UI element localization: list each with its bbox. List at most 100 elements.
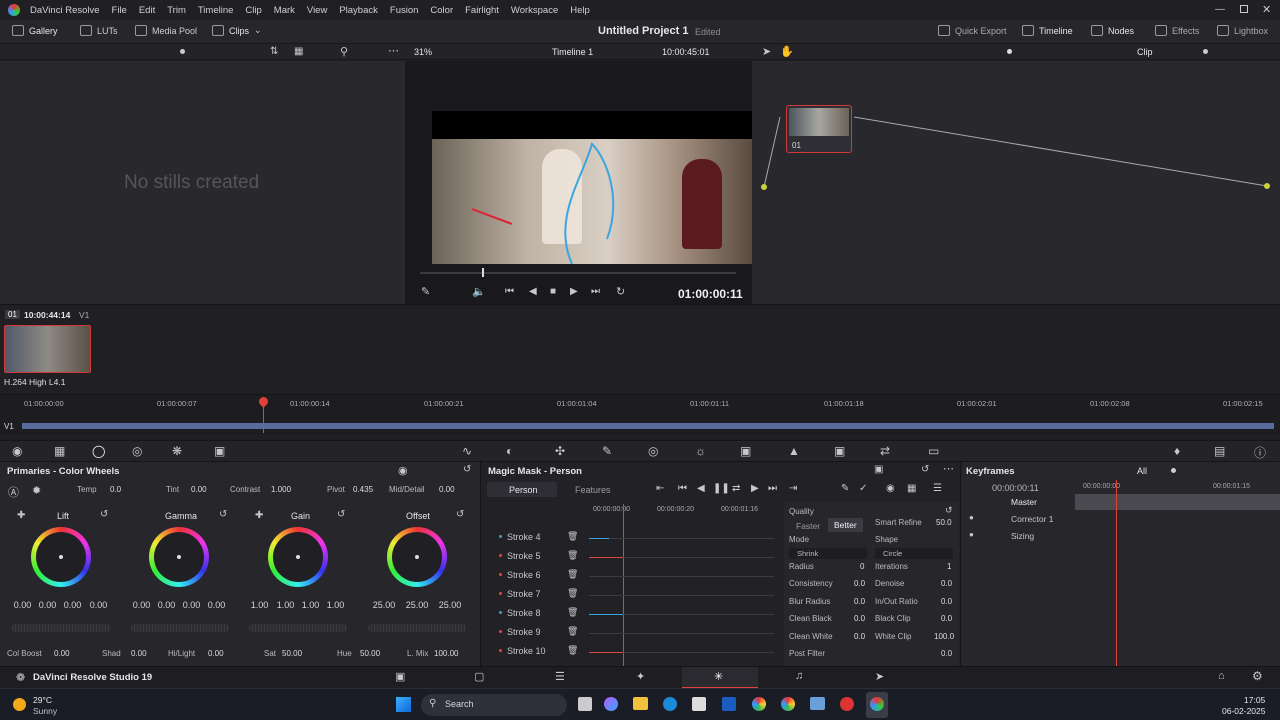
in-out-ratio-value[interactable]: 0.0	[941, 597, 952, 606]
curves-icon[interactable]: ∿	[462, 444, 472, 458]
master-track[interactable]	[1075, 494, 1280, 510]
playhead-handle-icon[interactable]	[257, 395, 270, 408]
sizing-row[interactable]: Sizing	[1011, 531, 1034, 541]
lift-wheel[interactable]	[31, 527, 91, 587]
color-warper-icon[interactable]: ◐	[506, 444, 513, 458]
shape-select[interactable]: Circle	[875, 548, 953, 559]
clips-button[interactable]: Clips ⌄	[212, 25, 262, 36]
col-boost-value[interactable]: 0.00	[54, 649, 70, 658]
qualifier-icon[interactable]: ✣	[555, 444, 565, 458]
maximize-icon[interactable]	[1240, 5, 1248, 13]
sat-value[interactable]: 50.00	[282, 649, 302, 658]
timeline-selector[interactable]: Timeline 1	[552, 47, 593, 57]
stroke-tool-icon[interactable]: ✎	[841, 483, 849, 494]
settings-gear-icon[interactable]: ⚙	[1252, 669, 1263, 683]
menu-color[interactable]: Color	[424, 5, 459, 16]
menu-workspace[interactable]: Workspace	[505, 5, 564, 16]
hue-value[interactable]: 50.00	[360, 649, 380, 658]
menu-edit[interactable]: Edit	[133, 5, 161, 16]
edit-page-icon[interactable]: ☰	[555, 670, 565, 683]
sizing-toggle-icon[interactable]: ●	[969, 530, 974, 539]
volume-icon[interactable]: 🔈	[472, 285, 486, 298]
weather-temp[interactable]: 29°C	[33, 695, 52, 705]
gain-g[interactable]: 1.00	[298, 600, 323, 610]
close-icon[interactable]: ✕	[1262, 3, 1271, 16]
keyframes-playhead[interactable]	[1116, 480, 1117, 666]
key-icon[interactable]: ▲	[788, 444, 800, 458]
info-icon[interactable]: ⓘ	[1254, 444, 1266, 461]
lift-picker-icon[interactable]: ✚	[17, 510, 25, 521]
edge-icon[interactable]	[663, 697, 677, 711]
shad-value[interactable]: 0.00	[131, 649, 147, 658]
quick-export-button[interactable]: Quick Export	[938, 25, 1007, 36]
play-icon[interactable]: ▶	[570, 286, 578, 297]
hilight-value[interactable]: 0.00	[208, 649, 224, 658]
track-fwd-end-icon[interactable]: ⏭	[768, 483, 777, 494]
timeline-playhead[interactable]	[263, 405, 264, 433]
trash-icon[interactable]: 🗑	[567, 607, 578, 618]
menu-trim[interactable]: Trim	[161, 5, 192, 16]
menu-fairlight[interactable]: Fairlight	[459, 5, 505, 16]
menu-help[interactable]: Help	[564, 5, 596, 16]
gamma-master-slider[interactable]	[131, 624, 229, 632]
track-step-back-icon[interactable]: ◀	[697, 483, 705, 494]
gain-reset-icon[interactable]: ↺	[337, 509, 345, 520]
reset-icon[interactable]: ↺	[463, 464, 471, 475]
clip-thumbnail[interactable]	[4, 325, 91, 373]
blur-icon[interactable]: ▣	[740, 444, 751, 458]
contrast-value[interactable]: 1.000	[271, 485, 291, 494]
primaries-icon[interactable]: ◯	[92, 444, 105, 458]
luts-button[interactable]: LUTs	[80, 25, 118, 36]
trash-icon[interactable]: 🗑	[567, 531, 578, 542]
color-match-icon[interactable]: ▦	[54, 444, 65, 458]
menu-davinci[interactable]: DaVinci Resolve	[24, 5, 106, 16]
node-zoom-icon[interactable]	[1203, 49, 1208, 54]
smart-refine-value[interactable]: 50.0	[936, 518, 952, 527]
black-clip-value[interactable]: 0.0	[941, 614, 952, 623]
layout-icon[interactable]: ▦	[907, 483, 916, 494]
trash-icon[interactable]: 🗑	[567, 626, 578, 637]
trash-icon[interactable]: 🗑	[567, 550, 578, 561]
media-page-icon[interactable]: ▣	[395, 670, 405, 683]
gallery-button[interactable]: Gallery	[12, 25, 58, 36]
quality-reset-icon[interactable]: ↺	[945, 505, 953, 516]
gamma-r[interactable]: 0.00	[154, 600, 179, 610]
3d-icon[interactable]: ⇄	[880, 444, 890, 458]
menu-timeline[interactable]: Timeline	[192, 5, 240, 16]
viewer-scrubber[interactable]	[420, 272, 736, 274]
grid-view-icon[interactable]: ▦	[294, 46, 303, 57]
window-icon[interactable]: ✎	[602, 444, 612, 458]
fusion-page-icon[interactable]: ✦	[636, 670, 645, 683]
stereo-icon[interactable]: ▭	[928, 444, 939, 458]
mini-timeline[interactable]: 01:00:00:00 01:00:00:07 01:00:00:14 01:0…	[0, 394, 1280, 434]
menu-file[interactable]: File	[106, 5, 133, 16]
magic-mask-icon[interactable]: ☼	[695, 444, 706, 458]
pointer-icon[interactable]: ➤	[762, 45, 771, 58]
color-node-01[interactable]: 01	[786, 105, 852, 153]
offset-master-slider[interactable]	[368, 624, 466, 632]
hand-icon[interactable]: ✋	[780, 45, 794, 58]
gamma-wheel[interactable]	[149, 527, 209, 587]
step-back-icon[interactable]: ◀	[529, 286, 537, 297]
rgb-mixer-icon[interactable]: ❋	[172, 444, 182, 458]
app-red-icon[interactable]	[840, 697, 854, 711]
faster-button[interactable]: Faster	[796, 521, 820, 531]
track-reverse-icon[interactable]: ⏮	[678, 483, 687, 494]
tracker-icon[interactable]: ◎	[648, 444, 658, 458]
gallery-slider-icon[interactable]	[180, 49, 185, 54]
radius-value[interactable]: 0	[860, 562, 864, 571]
mid-detail-value[interactable]: 0.00	[439, 485, 455, 494]
cut-page-icon[interactable]: ▢	[474, 670, 484, 683]
gain-picker-icon[interactable]: ✚	[255, 510, 263, 521]
offset-r[interactable]: 25.00	[369, 600, 399, 610]
home-icon[interactable]: ⌂	[1218, 670, 1225, 682]
menu-view[interactable]: View	[301, 5, 333, 16]
overlay-icon[interactable]: ◉	[886, 483, 895, 494]
minimize-icon[interactable]: —	[1215, 4, 1225, 15]
gamma-y[interactable]: 0.00	[129, 600, 154, 610]
gain-wheel[interactable]	[268, 527, 328, 587]
track-forward-icon[interactable]: ▶	[751, 483, 759, 494]
track-end-icon[interactable]: ⇥	[789, 483, 797, 494]
timeline-button[interactable]: Timeline	[1022, 25, 1073, 36]
settings-sliders-icon[interactable]: ☰	[933, 483, 942, 494]
